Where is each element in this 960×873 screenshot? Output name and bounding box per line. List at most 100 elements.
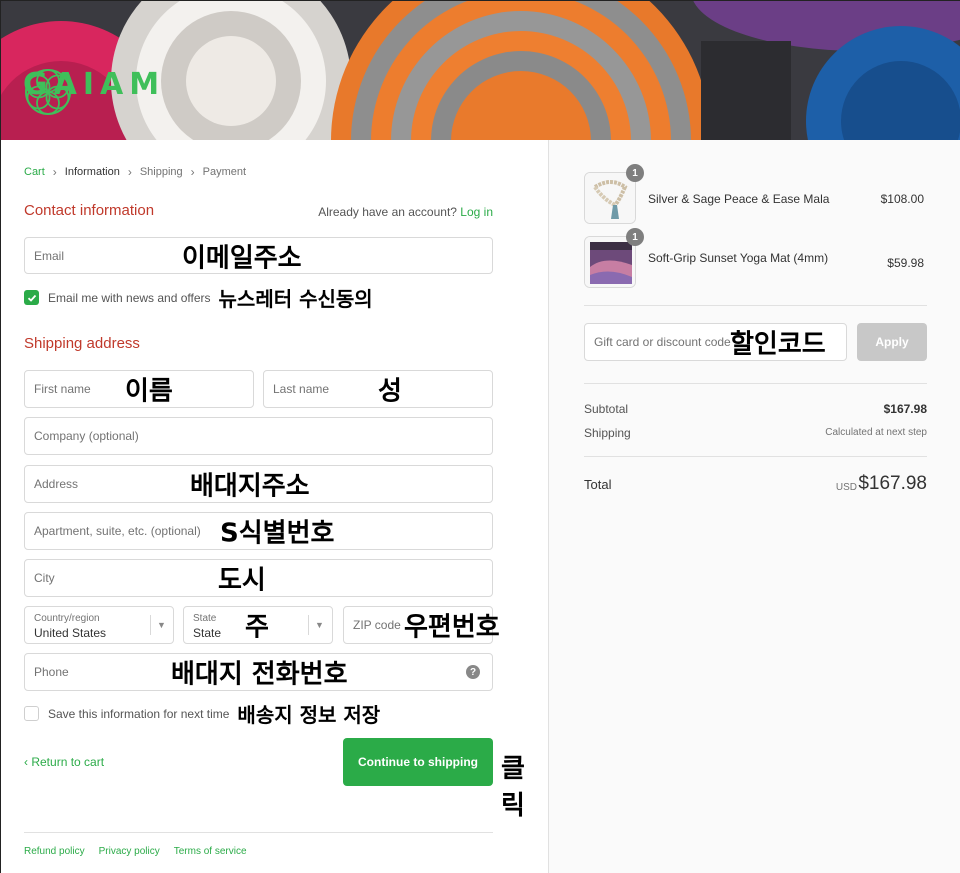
first-name-annotation: 이름 [125, 376, 173, 407]
total-row: Total USD $167.98 [584, 473, 927, 494]
already-account-label: Already have an account? [318, 205, 457, 219]
footer-links: Refund policy Privacy policy Terms of se… [24, 846, 247, 857]
city-field[interactable]: City 도시 [24, 559, 493, 597]
newsletter-checkbox[interactable] [24, 290, 39, 305]
subtotal-value: $167.98 [883, 402, 927, 416]
company-field[interactable]: Company (optional) [24, 417, 493, 455]
country-value: United States [34, 626, 107, 640]
save-info-checkbox-row[interactable]: Save this information for next time 배송지 … [24, 699, 380, 728]
already-account-text: Already have an account? Log in [318, 205, 493, 219]
last-name-placeholder: Last name [273, 382, 330, 396]
divider [584, 305, 927, 306]
email-annotation: 이메일주소 [182, 243, 302, 273]
breadcrumb-cart[interactable]: Cart [24, 166, 45, 178]
state-select[interactable]: State State 주 ▼ [183, 606, 333, 644]
select-divider [308, 615, 309, 635]
newsletter-annotation: 뉴스레터 수신동의 [218, 287, 373, 311]
state-annotation: 주 [245, 612, 269, 643]
return-to-cart-label: Return to cart [31, 755, 105, 769]
apartment-placeholder: Apartment, suite, etc. (optional) [34, 524, 201, 538]
email-field[interactable]: Email 이메일주소 [24, 237, 493, 274]
discount-code-annotation: 할인코드 [730, 329, 826, 360]
address-annotation: 배대지주소 [190, 471, 310, 502]
state-value: State [193, 626, 222, 640]
zip-placeholder: ZIP code [353, 618, 401, 632]
select-divider [150, 615, 151, 635]
quantity-badge: 1 [626, 164, 644, 182]
contact-heading: Contact information [24, 202, 155, 219]
shipping-heading: Shipping address [24, 335, 140, 352]
product-price: $59.98 [887, 256, 924, 270]
checkmark-icon [27, 294, 36, 302]
first-name-placeholder: First name [34, 382, 91, 396]
country-select[interactable]: Country/region United States ▼ [24, 606, 174, 644]
total-currency: USD [835, 482, 857, 493]
save-info-annotation: 배송지 정보 저장 [237, 703, 381, 727]
city-placeholder: City [34, 571, 55, 585]
breadcrumb-payment: Payment [202, 166, 247, 178]
company-placeholder: Company (optional) [34, 429, 139, 443]
last-name-annotation: 성 [378, 376, 402, 407]
click-annotation: 클릭 [501, 754, 525, 821]
discount-code-field[interactable]: Gift card or discount code 할인코드 [584, 323, 847, 361]
shipping-label: Shipping [584, 426, 631, 440]
total-value: $167.98 [858, 473, 927, 494]
save-info-checkbox[interactable] [24, 706, 39, 721]
newsletter-label: Email me with news and offers [48, 290, 211, 305]
mala-beads-image [585, 173, 635, 223]
refund-policy-link[interactable]: Refund policy [24, 846, 85, 857]
terms-of-service-link[interactable]: Terms of service [174, 846, 247, 857]
chevron-right-icon: › [127, 165, 132, 179]
apartment-field[interactable]: Apartment, suite, etc. (optional) S식별번호 [24, 512, 493, 550]
total-label: Total [584, 477, 612, 492]
header-banner: GAIAM [1, 1, 960, 140]
chevron-down-icon: ▼ [157, 620, 166, 630]
phone-placeholder: Phone [34, 665, 69, 679]
zip-field[interactable]: ZIP code 우편번호 [343, 606, 500, 644]
divider [584, 383, 927, 384]
last-name-field[interactable]: Last name 성 [263, 370, 493, 408]
shipping-value: Calculated at next step [825, 427, 927, 438]
country-label: Country/region [34, 613, 100, 624]
subtotal-row: Subtotal $167.98 [584, 402, 927, 416]
email-placeholder: Email [34, 248, 65, 263]
breadcrumb: Cart › Information › Shipping › Payment [24, 165, 246, 179]
address-field[interactable]: Address 배대지주소 [24, 465, 493, 503]
return-to-cart-link[interactable]: ‹ Return to cart [24, 755, 104, 769]
product-name: Silver & Sage Peace & Ease Mala [648, 192, 830, 206]
product-item: 1 Soft-Grip Sunset Yoga Mat (4mm) $59.98 [584, 228, 924, 288]
order-summary-panel: 1 Silver & Sage Peace & Ease Mala $108.0… [548, 140, 960, 873]
apartment-annotation: S식별번호 [220, 518, 335, 549]
checkout-form-panel: Cart › Information › Shipping › Payment … [1, 140, 548, 873]
save-info-label: Save this information for next time [48, 706, 230, 721]
continue-to-shipping-button[interactable]: Continue to shipping [343, 738, 493, 786]
zip-annotation: 우편번호 [404, 612, 500, 643]
newsletter-checkbox-row[interactable]: Email me with news and offers 뉴스레터 수신동의 [24, 283, 373, 312]
apply-button[interactable]: Apply [857, 323, 927, 361]
breadcrumb-information: Information [64, 166, 120, 178]
divider [584, 456, 927, 457]
product-name: Soft-Grip Sunset Yoga Mat (4mm) [648, 251, 829, 265]
yoga-mat-image [585, 237, 635, 287]
product-price: $108.00 [880, 192, 924, 206]
discount-code-placeholder: Gift card or discount code [594, 335, 731, 349]
breadcrumb-shipping: Shipping [139, 166, 183, 178]
gaiam-logo[interactable]: GAIAM [23, 67, 165, 115]
subtotal-label: Subtotal [584, 402, 629, 416]
product-item: 1 Silver & Sage Peace & Ease Mala $108.0… [584, 164, 924, 224]
chevron-right-icon: › [190, 165, 195, 179]
phone-annotation: 배대지 전화번호 [171, 659, 348, 690]
city-annotation: 도시 [218, 565, 266, 596]
address-placeholder: Address [34, 477, 79, 491]
chevron-right-icon: › [52, 165, 57, 179]
flower-of-life-icon [25, 69, 71, 115]
footer-divider [24, 832, 493, 833]
quantity-badge: 1 [626, 228, 644, 246]
login-link[interactable]: Log in [460, 205, 493, 219]
state-label: State [193, 613, 217, 624]
privacy-policy-link[interactable]: Privacy policy [99, 846, 160, 857]
phone-field[interactable]: Phone 배대지 전화번호 ? [24, 653, 493, 691]
first-name-field[interactable]: First name 이름 [24, 370, 254, 408]
help-icon[interactable]: ? [466, 665, 480, 679]
shipping-row: Shipping Calculated at next step [584, 426, 927, 440]
